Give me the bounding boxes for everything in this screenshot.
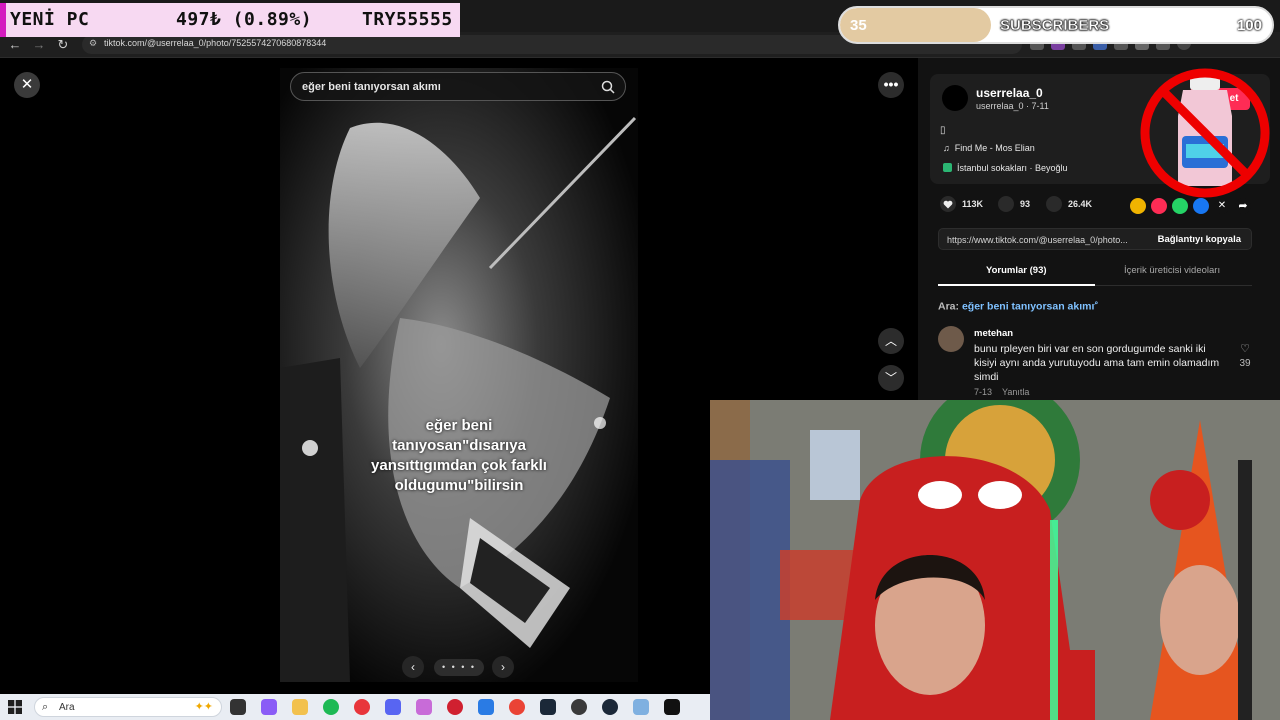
share-icons: ✕ ➦ — [1130, 198, 1251, 215]
photo-page-dots: • • • • — [434, 659, 484, 676]
comment-like-count: 39 — [1239, 358, 1251, 369]
file-explorer-icon[interactable] — [292, 699, 308, 715]
search-icon[interactable] — [601, 80, 615, 94]
steam-icon[interactable] — [540, 699, 556, 715]
next-post-icon[interactable]: ﹀ — [878, 365, 904, 391]
close-button[interactable]: ✕ — [14, 72, 40, 98]
subscriber-current: 35 — [850, 17, 867, 34]
location-pin-icon — [943, 163, 952, 172]
reply-link[interactable]: Yanıtla — [1002, 387, 1029, 397]
subscriber-target: 100 — [1236, 17, 1262, 34]
taskbar-apps — [230, 699, 680, 715]
comment-date: 7-13 — [974, 387, 993, 397]
more-options-icon[interactable]: ••• — [878, 72, 904, 98]
copilot-icon[interactable] — [261, 699, 277, 715]
windows-taskbar: ⌕ Ara ✦✦ — [0, 694, 710, 720]
location-name: İstanbul sokakları · Beyoğlu — [957, 163, 1068, 173]
back-arrow-icon[interactable]: ← — [6, 36, 24, 54]
comment-like-icon[interactable]: ♡ — [1236, 342, 1254, 355]
search-query-text: eğer beni tanıyorsan akımı — [302, 81, 441, 93]
stock-ticker-overlay: YENİ PC 497₺ (0.89%) TRY55555 — [0, 3, 460, 37]
reload-icon[interactable]: ↻ — [54, 36, 72, 54]
comment-count: 93 — [1020, 199, 1031, 209]
subscriber-goal-bar: 35 SUBSCRIBERS 100 — [838, 6, 1274, 44]
taskbar-search-label: Ara — [59, 702, 75, 713]
tab-comments[interactable]: Yorumlar (93) — [986, 265, 1047, 276]
active-tab-indicator — [938, 284, 1095, 286]
sparkle-icon: ✦✦ — [194, 701, 213, 713]
music-note-icon: ♫ — [943, 143, 955, 153]
tab-creator-videos[interactable]: İçerik üreticisi videoları — [1124, 265, 1220, 276]
site-info-icon[interactable]: ⚙ — [89, 38, 99, 50]
location-link[interactable]: İstanbul sokakları · Beyoğlu — [943, 163, 1068, 173]
steam-icon[interactable] — [602, 699, 618, 715]
heart-icon — [943, 200, 953, 209]
opera-icon[interactable] — [354, 699, 370, 715]
photo-image — [280, 68, 638, 682]
app-icon[interactable] — [633, 699, 649, 715]
author-username[interactable]: userrelaa_0 — [976, 86, 1043, 100]
comment-icon[interactable] — [998, 196, 1014, 212]
comment-text: bunu rpleyen biri var en son gordugumde … — [974, 343, 1220, 383]
repost-icon[interactable] — [1151, 198, 1167, 214]
author-avatar[interactable] — [942, 85, 968, 111]
facebook-icon[interactable] — [1193, 198, 1209, 214]
search-small-icon: ⌕ — [1094, 300, 1099, 307]
comment-meta: 7-13 Yanıtla — [974, 387, 1029, 397]
ticker-code: TRY55555 — [362, 9, 453, 30]
x-share-icon[interactable]: ✕ — [1214, 198, 1230, 214]
tiktok-search-bar[interactable]: eğer beni tanıyorsan akımı — [290, 72, 626, 101]
whatsapp-icon[interactable] — [1172, 198, 1188, 214]
post-link-box: https://www.tiktok.com/@userrelaa_0/phot… — [938, 228, 1252, 250]
ticker-price: 497₺ (0.89%) — [176, 9, 313, 30]
app-icon[interactable] — [478, 699, 494, 715]
post-photo[interactable] — [280, 68, 638, 682]
spotify-icon[interactable] — [323, 699, 339, 715]
post-link-text[interactable]: https://www.tiktok.com/@userrelaa_0/phot… — [947, 235, 1128, 245]
share-arrow-icon[interactable]: ➦ — [1235, 198, 1251, 214]
subscriber-label: SUBSCRIBERS — [1000, 17, 1110, 34]
app-icon[interactable] — [664, 699, 680, 715]
search-suggestion-prefix: Ara: — [938, 300, 960, 313]
photo-pager: ‹ • • • • › — [398, 656, 520, 680]
previous-post-icon[interactable]: ︿ — [878, 328, 904, 354]
photo-caption-text: eğer beni tanıyosan"dısarıya yansıttıgım… — [371, 417, 547, 494]
url-text: tiktok.com/@userrelaa_0/photo/7525574270… — [104, 38, 327, 48]
like-count: 113K — [962, 199, 984, 209]
author-handle-date: userrelaa_0 · 7-11 — [976, 101, 1049, 111]
taskbar-search-icon: ⌕ — [42, 701, 49, 713]
prev-photo-icon[interactable]: ‹ — [402, 656, 424, 678]
post-description: ▯ — [940, 125, 946, 136]
next-photo-icon[interactable]: › — [492, 656, 514, 678]
copy-link-button[interactable]: Bağlantıyı kopyala — [1158, 234, 1241, 245]
coin-share-icon[interactable] — [1130, 198, 1146, 214]
screen: ← → ↻ ⚙ tiktok.com/@userrelaa_0/photo/75… — [0, 0, 1280, 720]
discord-icon[interactable] — [385, 699, 401, 715]
app-icon[interactable] — [571, 699, 587, 715]
search-suggestion-link[interactable]: eğer beni tanıyorsan akımı — [962, 301, 1094, 313]
no-drink-sticker — [1140, 68, 1270, 198]
chrome-icon[interactable] — [509, 699, 525, 715]
webcam-overlay — [710, 400, 1280, 720]
commenter-avatar[interactable] — [938, 326, 964, 352]
taskbar-search-box[interactable]: ⌕ Ara ✦✦ — [34, 697, 222, 717]
app-icon[interactable] — [447, 699, 463, 715]
ticker-name: YENİ PC — [10, 9, 90, 30]
windows-start-icon[interactable] — [8, 700, 22, 714]
commenter-name[interactable]: metehan — [974, 328, 1013, 339]
app-icon[interactable] — [416, 699, 432, 715]
forward-arrow-icon[interactable]: → — [30, 36, 48, 54]
music-link[interactable]: ♫ Find Me - Mos Elian — [943, 143, 1035, 153]
save-count: 26.4K — [1068, 199, 1093, 209]
task-view-icon[interactable] — [230, 699, 246, 715]
music-title: Find Me - Mos Elian — [954, 143, 1035, 153]
bookmark-icon[interactable] — [1046, 196, 1062, 212]
search-suggestion[interactable]: Ara: eğer beni tanıyorsan akımı⌕ — [938, 300, 1098, 313]
webcam-image — [710, 400, 1280, 720]
panel-tabs: Yorumlar (93) İçerik üreticisi videoları — [938, 260, 1252, 286]
